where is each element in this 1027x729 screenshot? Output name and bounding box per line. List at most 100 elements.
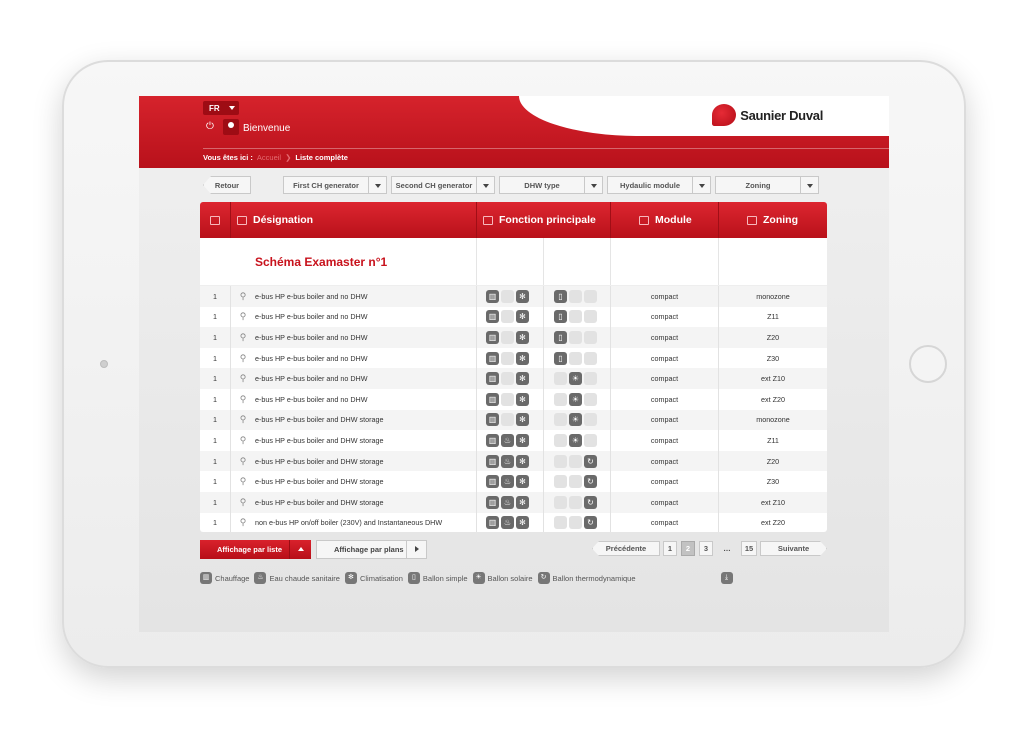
row-functions-2: ☀ bbox=[544, 409, 611, 431]
tap-icon bbox=[501, 289, 514, 303]
row-functions-2: ▯ bbox=[544, 327, 611, 348]
row-designation[interactable]: e-bus HP e-bus boiler and DHW storage bbox=[255, 471, 477, 492]
column-module[interactable]: Module bbox=[611, 202, 719, 238]
column-designation[interactable]: Désignation bbox=[231, 202, 477, 238]
column-fonction[interactable]: Fonction principale bbox=[477, 202, 611, 238]
filter-dhw-type[interactable]: DHW type bbox=[499, 176, 603, 194]
row-functions-2: ☀ bbox=[544, 388, 611, 410]
snowflake-icon: ✻ bbox=[516, 351, 529, 365]
empty-cell bbox=[611, 238, 719, 285]
view-plans-button[interactable]: Affichage par plans bbox=[316, 540, 427, 559]
column-print[interactable] bbox=[200, 202, 231, 238]
pagination-prev[interactable]: Précédente bbox=[592, 541, 660, 556]
table-row[interactable]: 1 ⚲ e-bus HP e-bus boiler and DHW storage ▥… bbox=[200, 430, 827, 451]
search-icon[interactable]: ⚲ bbox=[231, 456, 255, 467]
pagination-page-1[interactable]: 1 bbox=[663, 541, 677, 556]
row-functions-1: ▥ ♨ ✻ bbox=[477, 512, 544, 532]
table-row[interactable]: 1 ⚲ e-bus HP e-bus boiler and no DHW ▥ ✻ ▯ com… bbox=[200, 286, 827, 307]
row-designation[interactable]: e-bus HP e-bus boiler and no DHW bbox=[255, 347, 477, 369]
search-icon[interactable]: ⚲ bbox=[231, 311, 255, 322]
radiator-icon: ▥ bbox=[486, 475, 499, 489]
power-icon[interactable]: ⏻ bbox=[203, 120, 217, 134]
search-icon[interactable]: ⚲ bbox=[231, 414, 255, 425]
search-icon[interactable]: ⚲ bbox=[231, 394, 255, 405]
chevron-down-icon[interactable] bbox=[368, 177, 386, 193]
row-designation[interactable]: e-bus HP e-bus boiler and DHW storage bbox=[255, 409, 477, 431]
table-row[interactable]: 1 ⚲ e-bus HP e-bus boiler and no DHW ▥ ✻ ▯ com… bbox=[200, 327, 827, 348]
row-functions-2: ↻ bbox=[544, 471, 611, 492]
row-designation[interactable]: non e-bus HP on/off boiler (230V) and In… bbox=[255, 512, 477, 532]
row-zoning: Z11 bbox=[767, 435, 779, 445]
sun-icon: ☀ bbox=[569, 392, 582, 406]
search-icon[interactable]: ⚲ bbox=[231, 332, 255, 343]
download-button[interactable]: ⤓ bbox=[720, 572, 733, 584]
table-row[interactable]: 1 ⚲ e-bus HP e-bus boiler and DHW storage ▥… bbox=[200, 409, 827, 431]
pagination-page-2[interactable]: 2 bbox=[681, 541, 695, 556]
chevron-down-icon[interactable] bbox=[800, 177, 818, 193]
legend-item: ↻ Ballon thermodynamique bbox=[537, 572, 636, 584]
table-row[interactable]: 1 ⚲ e-bus HP e-bus boiler and no DHW ▥ ✻ ▯ com… bbox=[200, 306, 827, 328]
chevron-down-icon[interactable] bbox=[692, 177, 710, 193]
radiator-icon: ▥ bbox=[486, 310, 499, 324]
row-designation[interactable]: e-bus HP e-bus boiler and no DHW bbox=[255, 327, 477, 348]
tank-icon: ▯ bbox=[554, 289, 567, 303]
search-icon[interactable]: ⚲ bbox=[231, 353, 255, 364]
row-designation[interactable]: e-bus HP e-bus boiler and no DHW bbox=[255, 388, 477, 410]
view-list-button[interactable]: Affichage par liste bbox=[200, 540, 311, 559]
filter-second-ch-generator[interactable]: Second CH generator bbox=[391, 176, 495, 194]
user-icon[interactable] bbox=[223, 119, 239, 135]
radiator-icon: ▥ bbox=[486, 392, 499, 406]
snowflake-icon: ✻ bbox=[516, 413, 529, 427]
chevron-down-icon[interactable] bbox=[584, 177, 602, 193]
search-icon[interactable]: ⚲ bbox=[231, 497, 255, 508]
filter-first-ch-generator[interactable]: First CH generator bbox=[283, 176, 387, 194]
row-designation[interactable]: e-bus HP e-bus boiler and no DHW bbox=[255, 286, 477, 307]
row-designation[interactable]: e-bus HP e-bus boiler and no DHW bbox=[255, 368, 477, 389]
pagination-page-3[interactable]: 3 bbox=[699, 541, 713, 556]
language-select[interactable]: FR bbox=[203, 101, 239, 115]
search-icon[interactable]: ⚲ bbox=[231, 517, 255, 528]
table-body: 1 ⚲ e-bus HP e-bus boiler and no DHW ▥ ✻ ▯ com… bbox=[200, 286, 827, 532]
row-module: compact bbox=[611, 286, 719, 307]
row-count: 1 bbox=[200, 430, 231, 451]
row-functions-2: ↻ bbox=[544, 450, 611, 472]
filter-label: Zoning bbox=[745, 180, 771, 190]
search-icon[interactable]: ⚲ bbox=[231, 291, 255, 302]
row-designation[interactable]: e-bus HP e-bus boiler and DHW storage bbox=[255, 430, 477, 451]
chevron-right-icon[interactable] bbox=[406, 541, 426, 558]
row-count: 1 bbox=[200, 368, 231, 389]
column-zoning[interactable]: Zoning bbox=[719, 202, 827, 238]
row-designation[interactable]: e-bus HP e-bus boiler and DHW storage bbox=[255, 450, 477, 472]
back-button[interactable]: Retour bbox=[203, 176, 251, 194]
chevron-down-icon[interactable] bbox=[476, 177, 494, 193]
search-icon[interactable]: ⚲ bbox=[231, 476, 255, 487]
sun-icon bbox=[569, 330, 582, 344]
table-row[interactable]: 1 ⚲ e-bus HP e-bus boiler and DHW storage ▥… bbox=[200, 471, 827, 492]
sun-icon: ☀ bbox=[569, 433, 582, 447]
table-row[interactable]: 1 ⚲ non e-bus HP on/off boiler (230V) and … bbox=[200, 512, 827, 532]
filter-label: First CH generator bbox=[293, 180, 359, 190]
snowflake-icon: ✻ bbox=[516, 475, 529, 489]
row-designation[interactable]: e-bus HP e-bus boiler and DHW storage bbox=[255, 491, 477, 513]
home-button[interactable] bbox=[909, 345, 947, 383]
filter-hydraulic-module[interactable]: Hydaulic module bbox=[607, 176, 711, 194]
legend-item: ✻ Climatisation bbox=[344, 572, 403, 584]
pagination-page-last[interactable]: 15 bbox=[741, 541, 757, 556]
breadcrumb-home-link[interactable]: Accueil bbox=[257, 153, 281, 162]
table-row[interactable]: 1 ⚲ e-bus HP e-bus boiler and no DHW ▥ ✻ ▯ com… bbox=[200, 347, 827, 369]
filter-zoning[interactable]: Zoning bbox=[715, 176, 819, 194]
table-row[interactable]: 1 ⚲ e-bus HP e-bus boiler and no DHW ▥ ✻ ☀ com… bbox=[200, 368, 827, 389]
search-icon[interactable]: ⚲ bbox=[231, 435, 255, 446]
table-row[interactable]: 1 ⚲ e-bus HP e-bus boiler and no DHW ▥ ✻ ☀ com… bbox=[200, 388, 827, 410]
row-zoning: ext Z20 bbox=[761, 518, 785, 528]
brand-logo[interactable]: Saunier Duval bbox=[712, 104, 823, 126]
row-designation[interactable]: e-bus HP e-bus boiler and no DHW bbox=[255, 306, 477, 328]
legend-label: Climatisation bbox=[359, 573, 403, 583]
tap-icon bbox=[501, 413, 514, 427]
table-row[interactable]: 1 ⚲ e-bus HP e-bus boiler and DHW storage ▥… bbox=[200, 491, 827, 513]
table-row[interactable]: 1 ⚲ e-bus HP e-bus boiler and DHW storage ▥… bbox=[200, 450, 827, 472]
pagination-next[interactable]: Suivante bbox=[760, 541, 827, 556]
search-icon[interactable]: ⚲ bbox=[231, 373, 255, 384]
chevron-up-icon[interactable] bbox=[289, 540, 311, 559]
row-module: compact bbox=[611, 368, 719, 389]
